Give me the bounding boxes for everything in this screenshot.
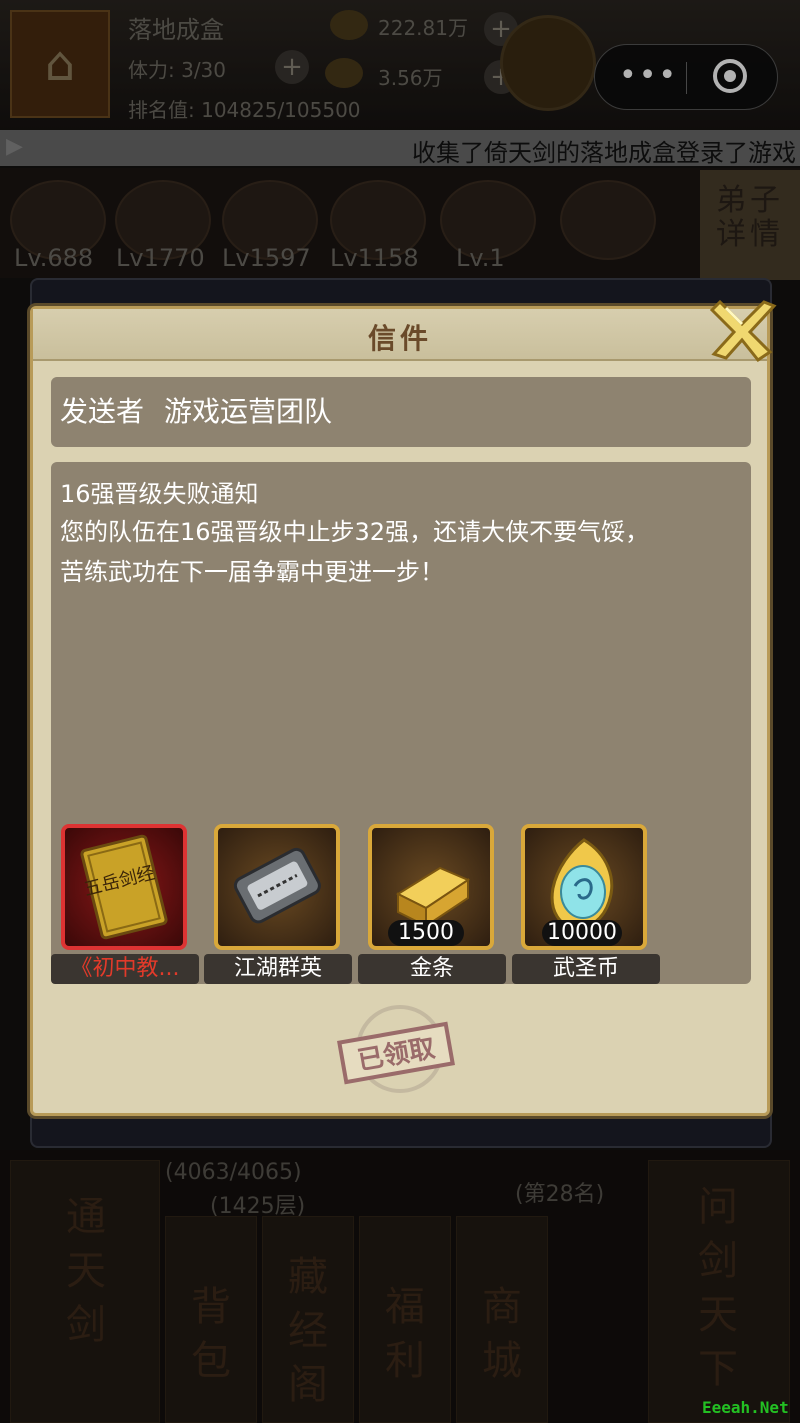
attachment-quantity: 1500 bbox=[388, 920, 464, 946]
attachment-name: 《初中教... bbox=[51, 954, 199, 984]
sender-label: 发送者 bbox=[60, 395, 145, 428]
attachment-name: 江湖群英 bbox=[204, 954, 352, 984]
attachment-name: 武圣币 bbox=[512, 954, 660, 984]
watermark: Eeeah.Net bbox=[702, 1398, 789, 1417]
book-icon: 五岳剑经 bbox=[80, 834, 168, 940]
mail-body-line: 苦练武功在下一届争霸中更进一步！ bbox=[60, 558, 444, 586]
sender-name: 游戏运营团队 bbox=[164, 395, 333, 428]
mail-subject: 16强晋级失败通知 bbox=[60, 480, 259, 508]
attachment-name: 金条 bbox=[358, 954, 506, 984]
dialog-title: 信件 bbox=[367, 322, 432, 355]
attachment-quantity: 10000 bbox=[542, 920, 622, 946]
sender-box bbox=[51, 377, 751, 447]
claimed-stamp: 已领取 bbox=[337, 1005, 455, 1093]
token-icon bbox=[233, 847, 321, 924]
attachment-book-item[interactable]: 五岳剑经 bbox=[61, 824, 187, 950]
close-icon[interactable] bbox=[704, 296, 780, 364]
mail-body-line: 您的队伍在16强晋级中止步32强，还请大侠不要气馁， bbox=[60, 518, 650, 546]
attachment-token-item[interactable] bbox=[214, 824, 340, 950]
